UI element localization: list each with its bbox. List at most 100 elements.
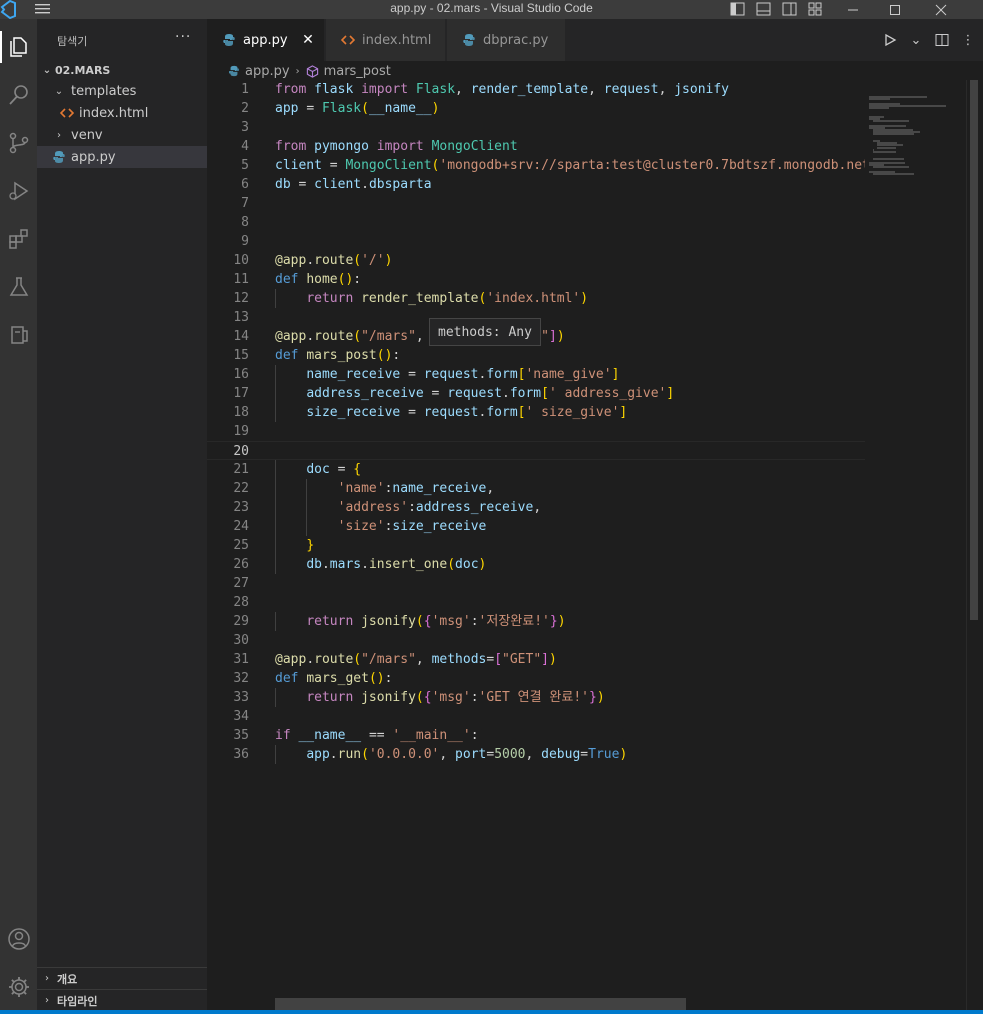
- code-text: @app.route("/mars", methods=["GET"]): [275, 652, 557, 667]
- timeline-panel-header[interactable]: › 타임라인: [37, 989, 207, 1011]
- line-number: 16: [233, 367, 249, 382]
- code-line[interactable]: 31 @app.route("/mars", methods=["GET"]): [207, 650, 865, 669]
- toggle-primary-sidebar-icon[interactable]: [728, 1, 748, 17]
- explorer-title: 탐색기: [57, 35, 88, 48]
- workspace-root-label: 02.MARS: [55, 63, 111, 77]
- tab-bar: app.py ✕ index.html dbprac.py ⌄ ⋮: [207, 19, 983, 61]
- close-tab-icon[interactable]: ✕: [300, 32, 316, 48]
- minimap-line: [873, 120, 909, 123]
- more-actions-icon[interactable]: ···: [175, 29, 191, 45]
- run-file-icon[interactable]: [879, 29, 901, 51]
- tab-index-html[interactable]: index.html: [326, 19, 446, 61]
- tree-item-app-py[interactable]: app.py: [37, 146, 207, 168]
- line-number: 18: [233, 405, 249, 420]
- breadcrumb: app.py › mars_post: [207, 61, 391, 81]
- search-icon[interactable]: [0, 75, 37, 115]
- testing-icon[interactable]: [0, 267, 37, 307]
- line-number: 14: [233, 329, 249, 344]
- code-line[interactable]: 4 from pymongo import MongoClient: [207, 137, 865, 156]
- code-line[interactable]: 26 db.mars.insert_one(doc): [207, 555, 865, 574]
- source-control-icon[interactable]: [0, 123, 37, 163]
- minimap-line: [873, 166, 909, 169]
- line-number: 2: [241, 101, 249, 116]
- vertical-scrollbar[interactable]: [966, 80, 980, 1014]
- vertical-scrollbar-thumb[interactable]: [970, 80, 978, 620]
- code-line[interactable]: 7: [207, 194, 865, 213]
- code-line[interactable]: 3: [207, 118, 865, 137]
- line-number: 7: [241, 196, 249, 211]
- code-line[interactable]: 34: [207, 707, 865, 726]
- more-actions-icon[interactable]: ⋮: [957, 29, 979, 51]
- code-line[interactable]: 32 def mars_get():: [207, 669, 865, 688]
- code-text: size_receive = request.form[' size_give'…: [306, 405, 628, 420]
- minimap[interactable]: [869, 80, 961, 1000]
- code-line[interactable]: 20: [207, 441, 865, 460]
- code-line[interactable]: 33 return jsonify({'msg':'GET 연결 완료!'}): [207, 688, 865, 707]
- maximize-icon[interactable]: [880, 0, 910, 19]
- code-line[interactable]: 5 client = MongoClient('mongodb+srv://spa…: [207, 156, 865, 175]
- tree-item-venv[interactable]: › venv: [37, 124, 207, 146]
- code-text: def home():: [275, 272, 362, 287]
- code-line[interactable]: 36 app.run('0.0.0.0', port=5000, debug=T…: [207, 745, 865, 764]
- line-number: 23: [233, 500, 249, 515]
- workspace-root[interactable]: ⌄ 02.MARS: [37, 59, 207, 81]
- code-line[interactable]: 21 doc = {: [207, 460, 865, 479]
- chevron-right-icon: ›: [45, 995, 49, 1006]
- explorer-icon[interactable]: [0, 27, 37, 67]
- code-line[interactable]: 12 return render_template('index.html'): [207, 289, 865, 308]
- tab-dbprac-py[interactable]: dbprac.py: [447, 19, 566, 61]
- code-line[interactable]: 25 }: [207, 536, 865, 555]
- breadcrumb-file[interactable]: app.py: [245, 64, 290, 79]
- accounts-icon[interactable]: [0, 919, 37, 959]
- code-line[interactable]: 2 app = Flask(__name__): [207, 99, 865, 118]
- code-editor[interactable]: 1 from flask import Flask, render_templat…: [207, 80, 865, 1000]
- split-editor-icon[interactable]: [931, 29, 953, 51]
- line-number: 29: [233, 614, 249, 629]
- code-line[interactable]: 1 from flask import Flask, render_templat…: [207, 80, 865, 99]
- code-line[interactable]: 30: [207, 631, 865, 650]
- code-line[interactable]: 17 address_receive = request.form[' addr…: [207, 384, 865, 403]
- close-window-icon[interactable]: [926, 0, 956, 19]
- toggle-secondary-sidebar-icon[interactable]: [780, 1, 800, 17]
- extensions-icon[interactable]: [0, 219, 37, 259]
- line-number: 19: [233, 424, 249, 439]
- indent-guide: [275, 498, 276, 517]
- remote-explorer-icon[interactable]: [0, 315, 37, 355]
- code-line[interactable]: 28: [207, 593, 865, 612]
- line-number: 5: [241, 158, 249, 173]
- outline-panel-header[interactable]: › 개요: [37, 967, 207, 989]
- code-line[interactable]: 27: [207, 574, 865, 593]
- breadcrumb-symbol[interactable]: mars_post: [324, 64, 391, 79]
- code-line[interactable]: 10 @app.route('/'): [207, 251, 865, 270]
- code-line[interactable]: 35 if __name__ == '__main__':: [207, 726, 865, 745]
- minimize-icon[interactable]: [838, 0, 868, 19]
- chevron-down-icon[interactable]: ⌄: [905, 29, 927, 51]
- horizontal-scrollbar-thumb[interactable]: [275, 998, 686, 1010]
- tree-item-templates[interactable]: ⌄ templates: [37, 80, 207, 102]
- activity-bar: [0, 19, 37, 1014]
- tree-item-label: templates: [71, 83, 137, 99]
- customize-layout-icon[interactable]: [806, 1, 826, 17]
- code-line[interactable]: 19: [207, 422, 865, 441]
- code-text: @app.route('/'): [275, 253, 393, 268]
- line-number: 1: [241, 82, 249, 97]
- tree-item-index-html[interactable]: index.html: [37, 102, 207, 124]
- line-number: 20: [233, 444, 249, 459]
- line-number: 31: [233, 652, 249, 667]
- code-line[interactable]: 11 def home():: [207, 270, 865, 289]
- code-line[interactable]: 18 size_receive = request.form[' size_gi…: [207, 403, 865, 422]
- line-number: 22: [233, 481, 249, 496]
- settings-gear-icon[interactable]: [0, 967, 37, 1007]
- line-number: 25: [233, 538, 249, 553]
- tab-app-py[interactable]: app.py ✕: [207, 19, 325, 61]
- code-line[interactable]: 6 db = client.dbsparta: [207, 175, 865, 194]
- code-line[interactable]: 8: [207, 213, 865, 232]
- indent-guide: [275, 612, 276, 631]
- toggle-panel-icon[interactable]: [754, 1, 774, 17]
- code-line[interactable]: 29 return jsonify({'msg':'저장완료!'}): [207, 612, 865, 631]
- indent-guide: [275, 460, 276, 479]
- code-line[interactable]: 16 name_receive = request.form['name_giv…: [207, 365, 865, 384]
- run-debug-icon[interactable]: [0, 171, 37, 211]
- code-line[interactable]: 9: [207, 232, 865, 251]
- code-line[interactable]: 15 def mars_post():: [207, 346, 865, 365]
